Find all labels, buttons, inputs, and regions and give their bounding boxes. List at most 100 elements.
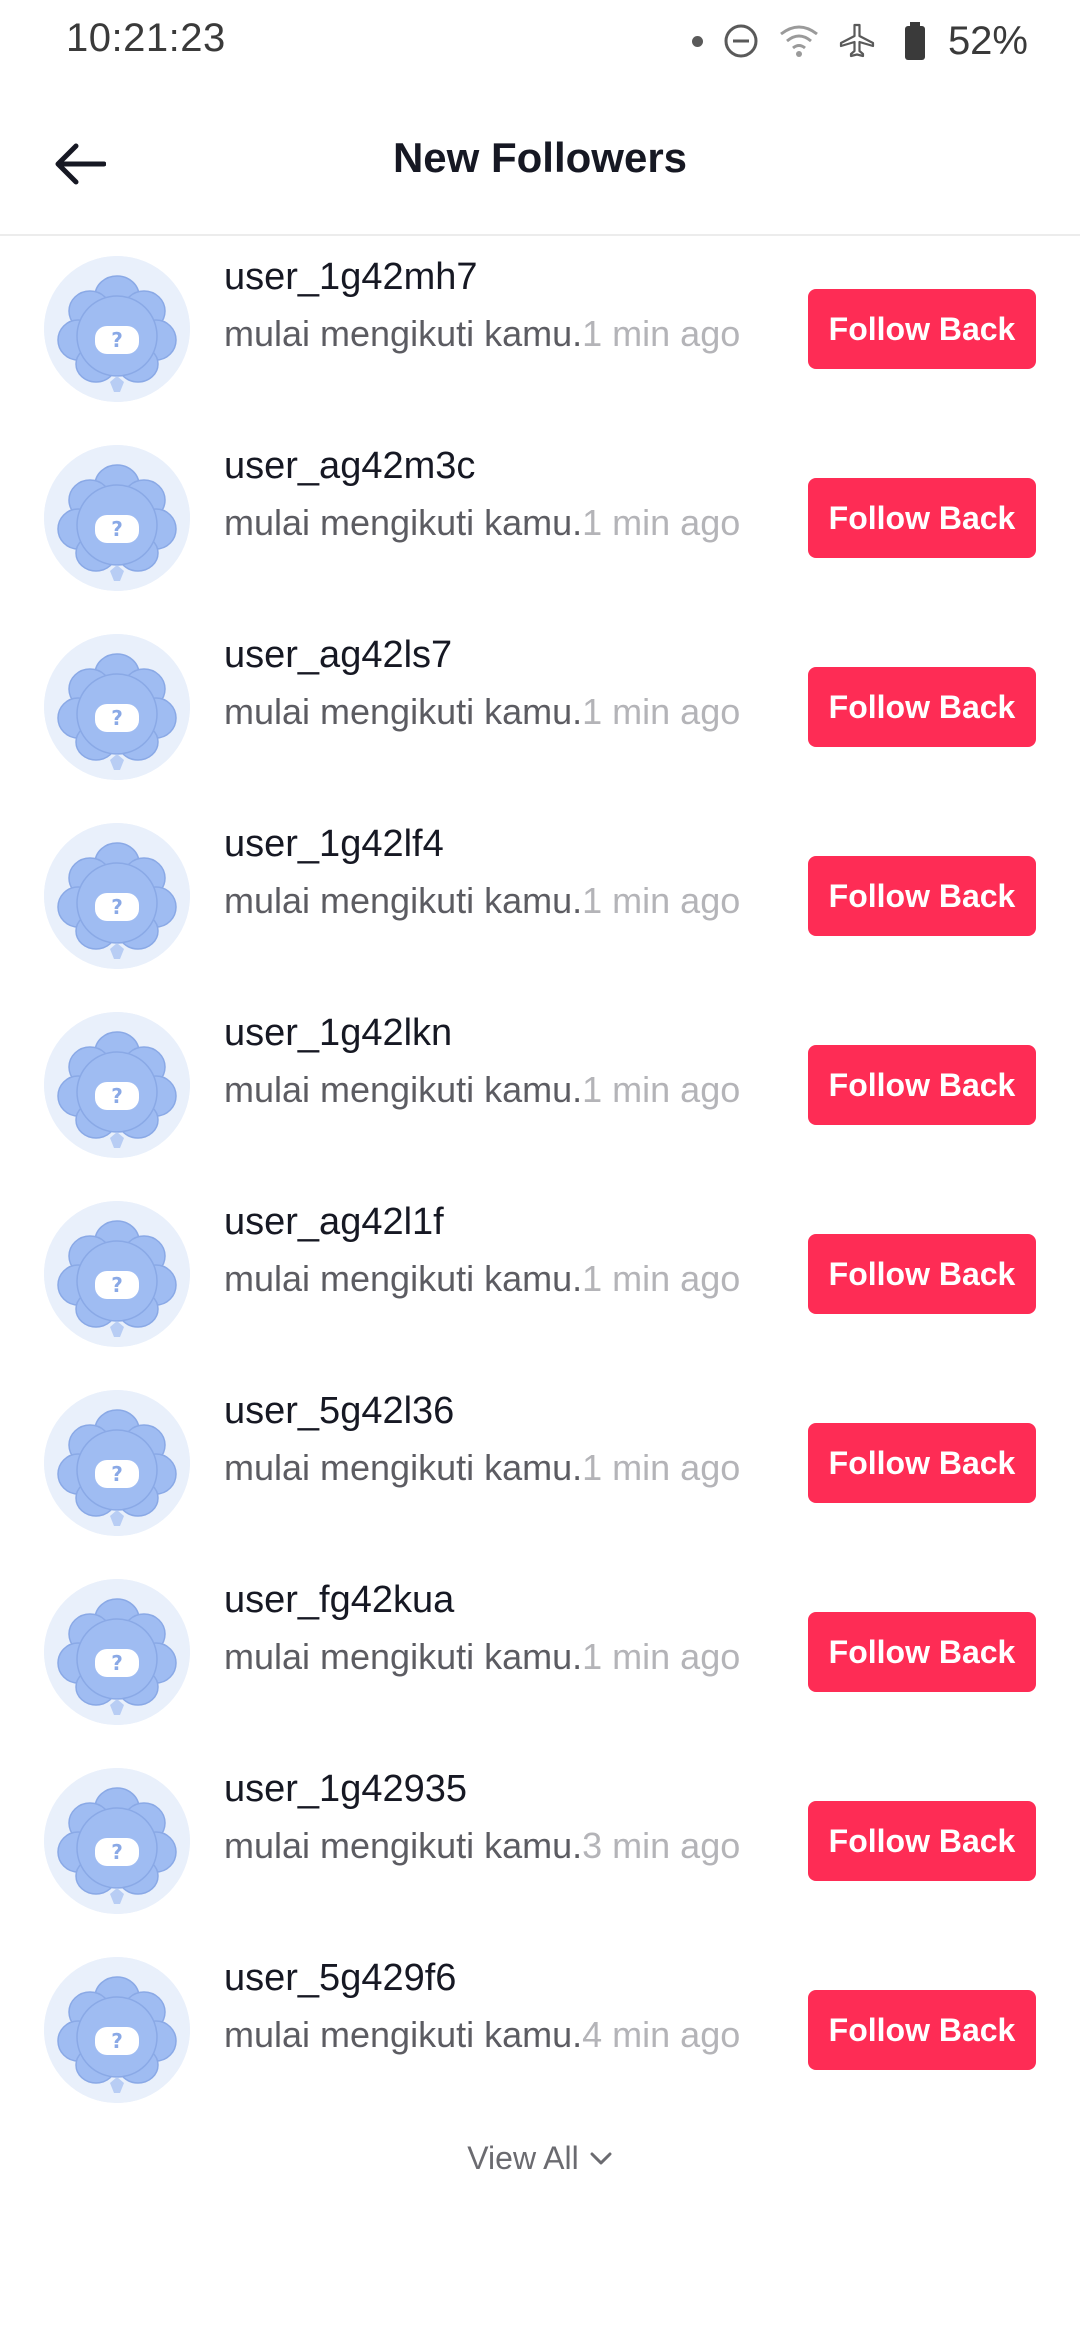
status-time: 10:21:23 [66,16,226,60]
do-not-disturb-icon [720,20,762,62]
timestamp: 1 min ago [582,1636,741,1677]
follow-back-button[interactable]: Follow Back [808,289,1036,369]
follow-description: mulai mengikuti kamu.1 min ago [224,875,744,926]
avatar[interactable]: ? [44,1768,190,1914]
list-item[interactable]: ? user_1g42935 mulai mengikuti kamu.3 mi… [0,1760,1080,1949]
username[interactable]: user_ag42ls7 [224,634,452,677]
follow-description: mulai mengikuti kamu.1 min ago [224,686,744,737]
svg-text:?: ? [111,895,123,919]
username[interactable]: user_ag42l1f [224,1201,444,1244]
svg-text:?: ? [111,328,123,352]
svg-text:?: ? [111,517,123,541]
action-text: mulai mengikuti kamu. [224,2014,583,2055]
avatar[interactable]: ? [44,445,190,591]
action-text: mulai mengikuti kamu. [224,1069,583,1110]
wifi-icon [778,20,820,62]
follow-back-button[interactable]: Follow Back [808,667,1036,747]
follow-back-button[interactable]: Follow Back [808,1234,1036,1314]
follow-back-button[interactable]: Follow Back [808,478,1036,558]
notification-dot-icon [692,20,704,62]
action-text: mulai mengikuti kamu. [224,880,583,921]
follow-description: mulai mengikuti kamu.1 min ago [224,497,744,548]
status-icons: 52% [692,14,1028,68]
avatar[interactable]: ? [44,1957,190,2103]
list-item[interactable]: ? user_1g42lkn mulai mengikuti kamu.1 mi… [0,1004,1080,1193]
default-avatar-icon: ? [44,634,190,780]
default-avatar-icon: ? [44,1201,190,1347]
chevron-down-icon [590,2152,612,2164]
avatar[interactable]: ? [44,1201,190,1347]
username[interactable]: user_ag42m3c [224,445,475,488]
follow-back-button[interactable]: Follow Back [808,1990,1036,2070]
list-item[interactable]: ? user_5g42l36 mulai mengikuti kamu.1 mi… [0,1382,1080,1571]
follow-back-button[interactable]: Follow Back [808,856,1036,936]
default-avatar-icon: ? [44,1390,190,1536]
follow-description: mulai mengikuti kamu.3 min ago [224,1820,744,1871]
follow-back-button[interactable]: Follow Back [808,1801,1036,1881]
action-text: mulai mengikuti kamu. [224,1636,583,1677]
list-item[interactable]: ? user_fg42kua mulai mengikuti kamu.1 mi… [0,1571,1080,1760]
list-item[interactable]: ? user_ag42m3c mulai mengikuti kamu.1 mi… [0,437,1080,626]
default-avatar-icon: ? [44,823,190,969]
username[interactable]: user_1g42lkn [224,1012,452,1055]
list-item[interactable]: ? user_ag42ls7 mulai mengikuti kamu.1 mi… [0,626,1080,815]
timestamp: 1 min ago [582,691,741,732]
svg-text:?: ? [111,1084,123,1108]
list-item[interactable]: ? user_5g429f6 mulai mengikuti kamu.4 mi… [0,1949,1080,2138]
view-all-label: View All [467,2140,579,2176]
list-item[interactable]: ? user_1g42mh7 mulai mengikuti kamu.1 mi… [0,248,1080,437]
username[interactable]: user_1g42935 [224,1768,467,1811]
avatar[interactable]: ? [44,634,190,780]
timestamp: 1 min ago [582,1069,741,1110]
follow-back-button[interactable]: Follow Back [808,1045,1036,1125]
default-avatar-icon: ? [44,1768,190,1914]
username[interactable]: user_1g42lf4 [224,823,444,866]
svg-text:?: ? [111,706,123,730]
battery-percent: 52% [947,18,1028,63]
timestamp: 4 min ago [582,2014,741,2055]
follow-description: mulai mengikuti kamu.1 min ago [224,1442,744,1493]
list-item[interactable]: ? user_ag42l1f mulai mengikuti kamu.1 mi… [0,1193,1080,1382]
svg-text:?: ? [111,1651,123,1675]
avatar[interactable]: ? [44,823,190,969]
default-avatar-icon: ? [44,256,190,402]
action-text: mulai mengikuti kamu. [224,1825,583,1866]
avatar[interactable]: ? [44,256,190,402]
username[interactable]: user_fg42kua [224,1579,454,1622]
action-text: mulai mengikuti kamu. [224,313,583,354]
status-bar: 10:21:23 52% [0,0,1080,84]
action-text: mulai mengikuti kamu. [224,502,583,543]
username[interactable]: user_1g42mh7 [224,256,478,299]
action-text: mulai mengikuti kamu. [224,1447,583,1488]
action-text: mulai mengikuti kamu. [224,1258,583,1299]
timestamp: 3 min ago [582,1825,741,1866]
follow-back-button[interactable]: Follow Back [808,1423,1036,1503]
svg-text:?: ? [111,1273,123,1297]
follow-description: mulai mengikuti kamu.1 min ago [224,1064,744,1115]
username[interactable]: user_5g42l36 [224,1390,454,1433]
action-text: mulai mengikuti kamu. [224,691,583,732]
timestamp: 1 min ago [582,880,741,921]
battery-icon [894,20,936,62]
airplane-mode-icon [836,20,878,62]
default-avatar-icon: ? [44,445,190,591]
default-avatar-icon: ? [44,1579,190,1725]
follow-description: mulai mengikuti kamu.4 min ago [224,2009,744,2060]
timestamp: 1 min ago [582,1258,741,1299]
follow-description: mulai mengikuti kamu.1 min ago [224,308,744,359]
default-avatar-icon: ? [44,1012,190,1158]
follow-description: mulai mengikuti kamu.1 min ago [224,1253,744,1304]
avatar[interactable]: ? [44,1390,190,1536]
timestamp: 1 min ago [582,1447,741,1488]
timestamp: 1 min ago [582,313,741,354]
default-avatar-icon: ? [44,1957,190,2103]
timestamp: 1 min ago [582,502,741,543]
view-all-link[interactable]: View All [0,2140,1080,2177]
header: New Followers [0,84,1080,236]
avatar[interactable]: ? [44,1579,190,1725]
follow-back-button[interactable]: Follow Back [808,1612,1036,1692]
username[interactable]: user_5g429f6 [224,1957,456,2000]
avatar[interactable]: ? [44,1012,190,1158]
svg-text:?: ? [111,1462,123,1486]
list-item[interactable]: ? user_1g42lf4 mulai mengikuti kamu.1 mi… [0,815,1080,1004]
